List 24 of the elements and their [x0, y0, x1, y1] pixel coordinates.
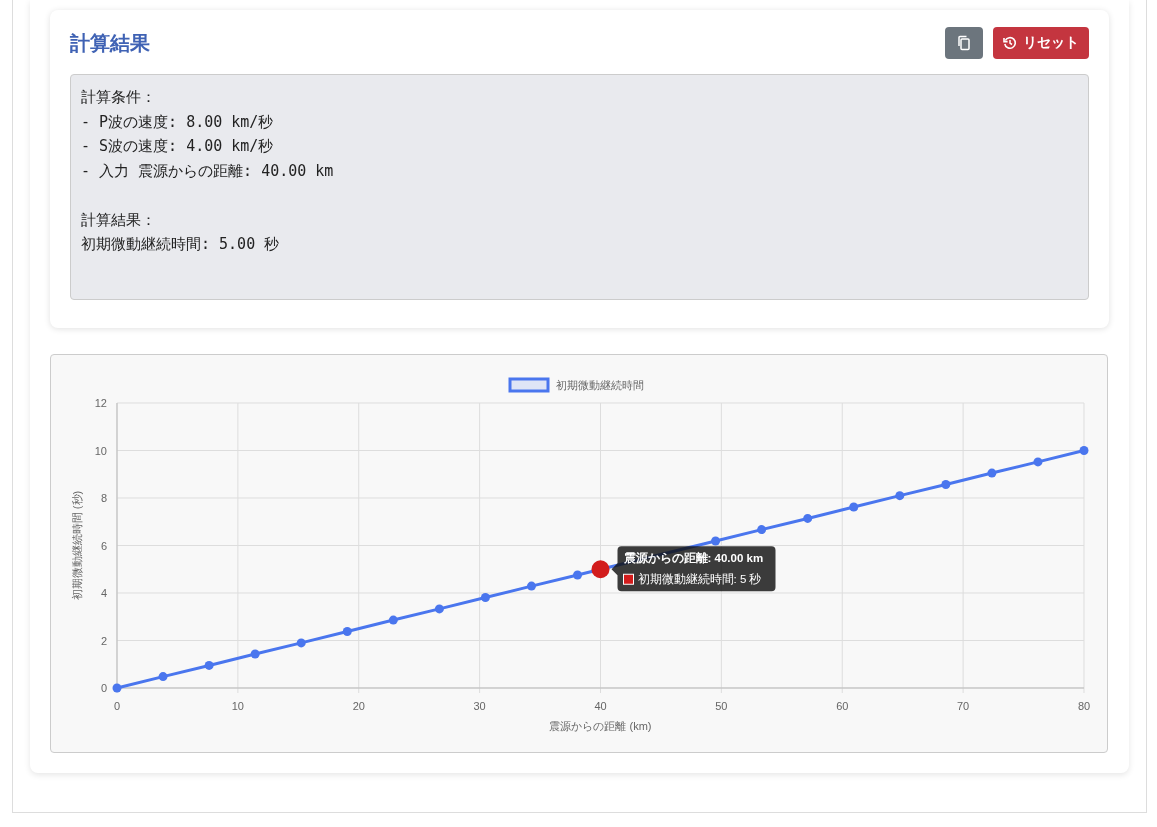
legend-label[interactable]: 初期微動継続時間: [556, 379, 644, 391]
y-tick-label: 0: [100, 682, 107, 694]
x-tick-label: 80: [1077, 700, 1091, 712]
x-axis-title: 震源からの距離 (km): [549, 720, 652, 732]
reset-button[interactable]: リセット: [993, 27, 1089, 59]
x-tick-label: 0: [113, 700, 121, 712]
x-tick-label: 70: [957, 700, 970, 712]
x-tick-label: 20: [352, 700, 365, 712]
y-tick-label: 6: [100, 539, 107, 552]
y-tick-label: 12: [94, 397, 107, 409]
x-tick-label: 10: [231, 700, 244, 712]
result-title: 計算結果: [70, 29, 150, 57]
y-tick-label: 2: [100, 634, 107, 647]
y-tick-label: 8: [100, 492, 107, 504]
tooltip-title: 震源からの距離: 40.00 km: [623, 552, 764, 565]
tooltip-label: 初期微動継続時間: 5 秒: [637, 573, 762, 586]
result-text-area[interactable]: 計算条件： - P波の速度: 8.00 km/秒 - S波の速度: 4.00 km/秒 - 入力 震源からの距離: 40.00 km 計算結果： 初期微動継続時間: 5.00 秒: [70, 74, 1089, 300]
x-tick-label: 60: [836, 700, 849, 712]
y-axis-title: 初期微動継続時間 (秒): [71, 490, 83, 601]
x-tick-label: 50: [715, 700, 728, 712]
y-tick-label: 10: [94, 444, 107, 457]
x-tick-label: 30: [473, 700, 486, 712]
x-tick-label: 40: [594, 700, 607, 712]
y-tick-label: 4: [100, 587, 107, 599]
